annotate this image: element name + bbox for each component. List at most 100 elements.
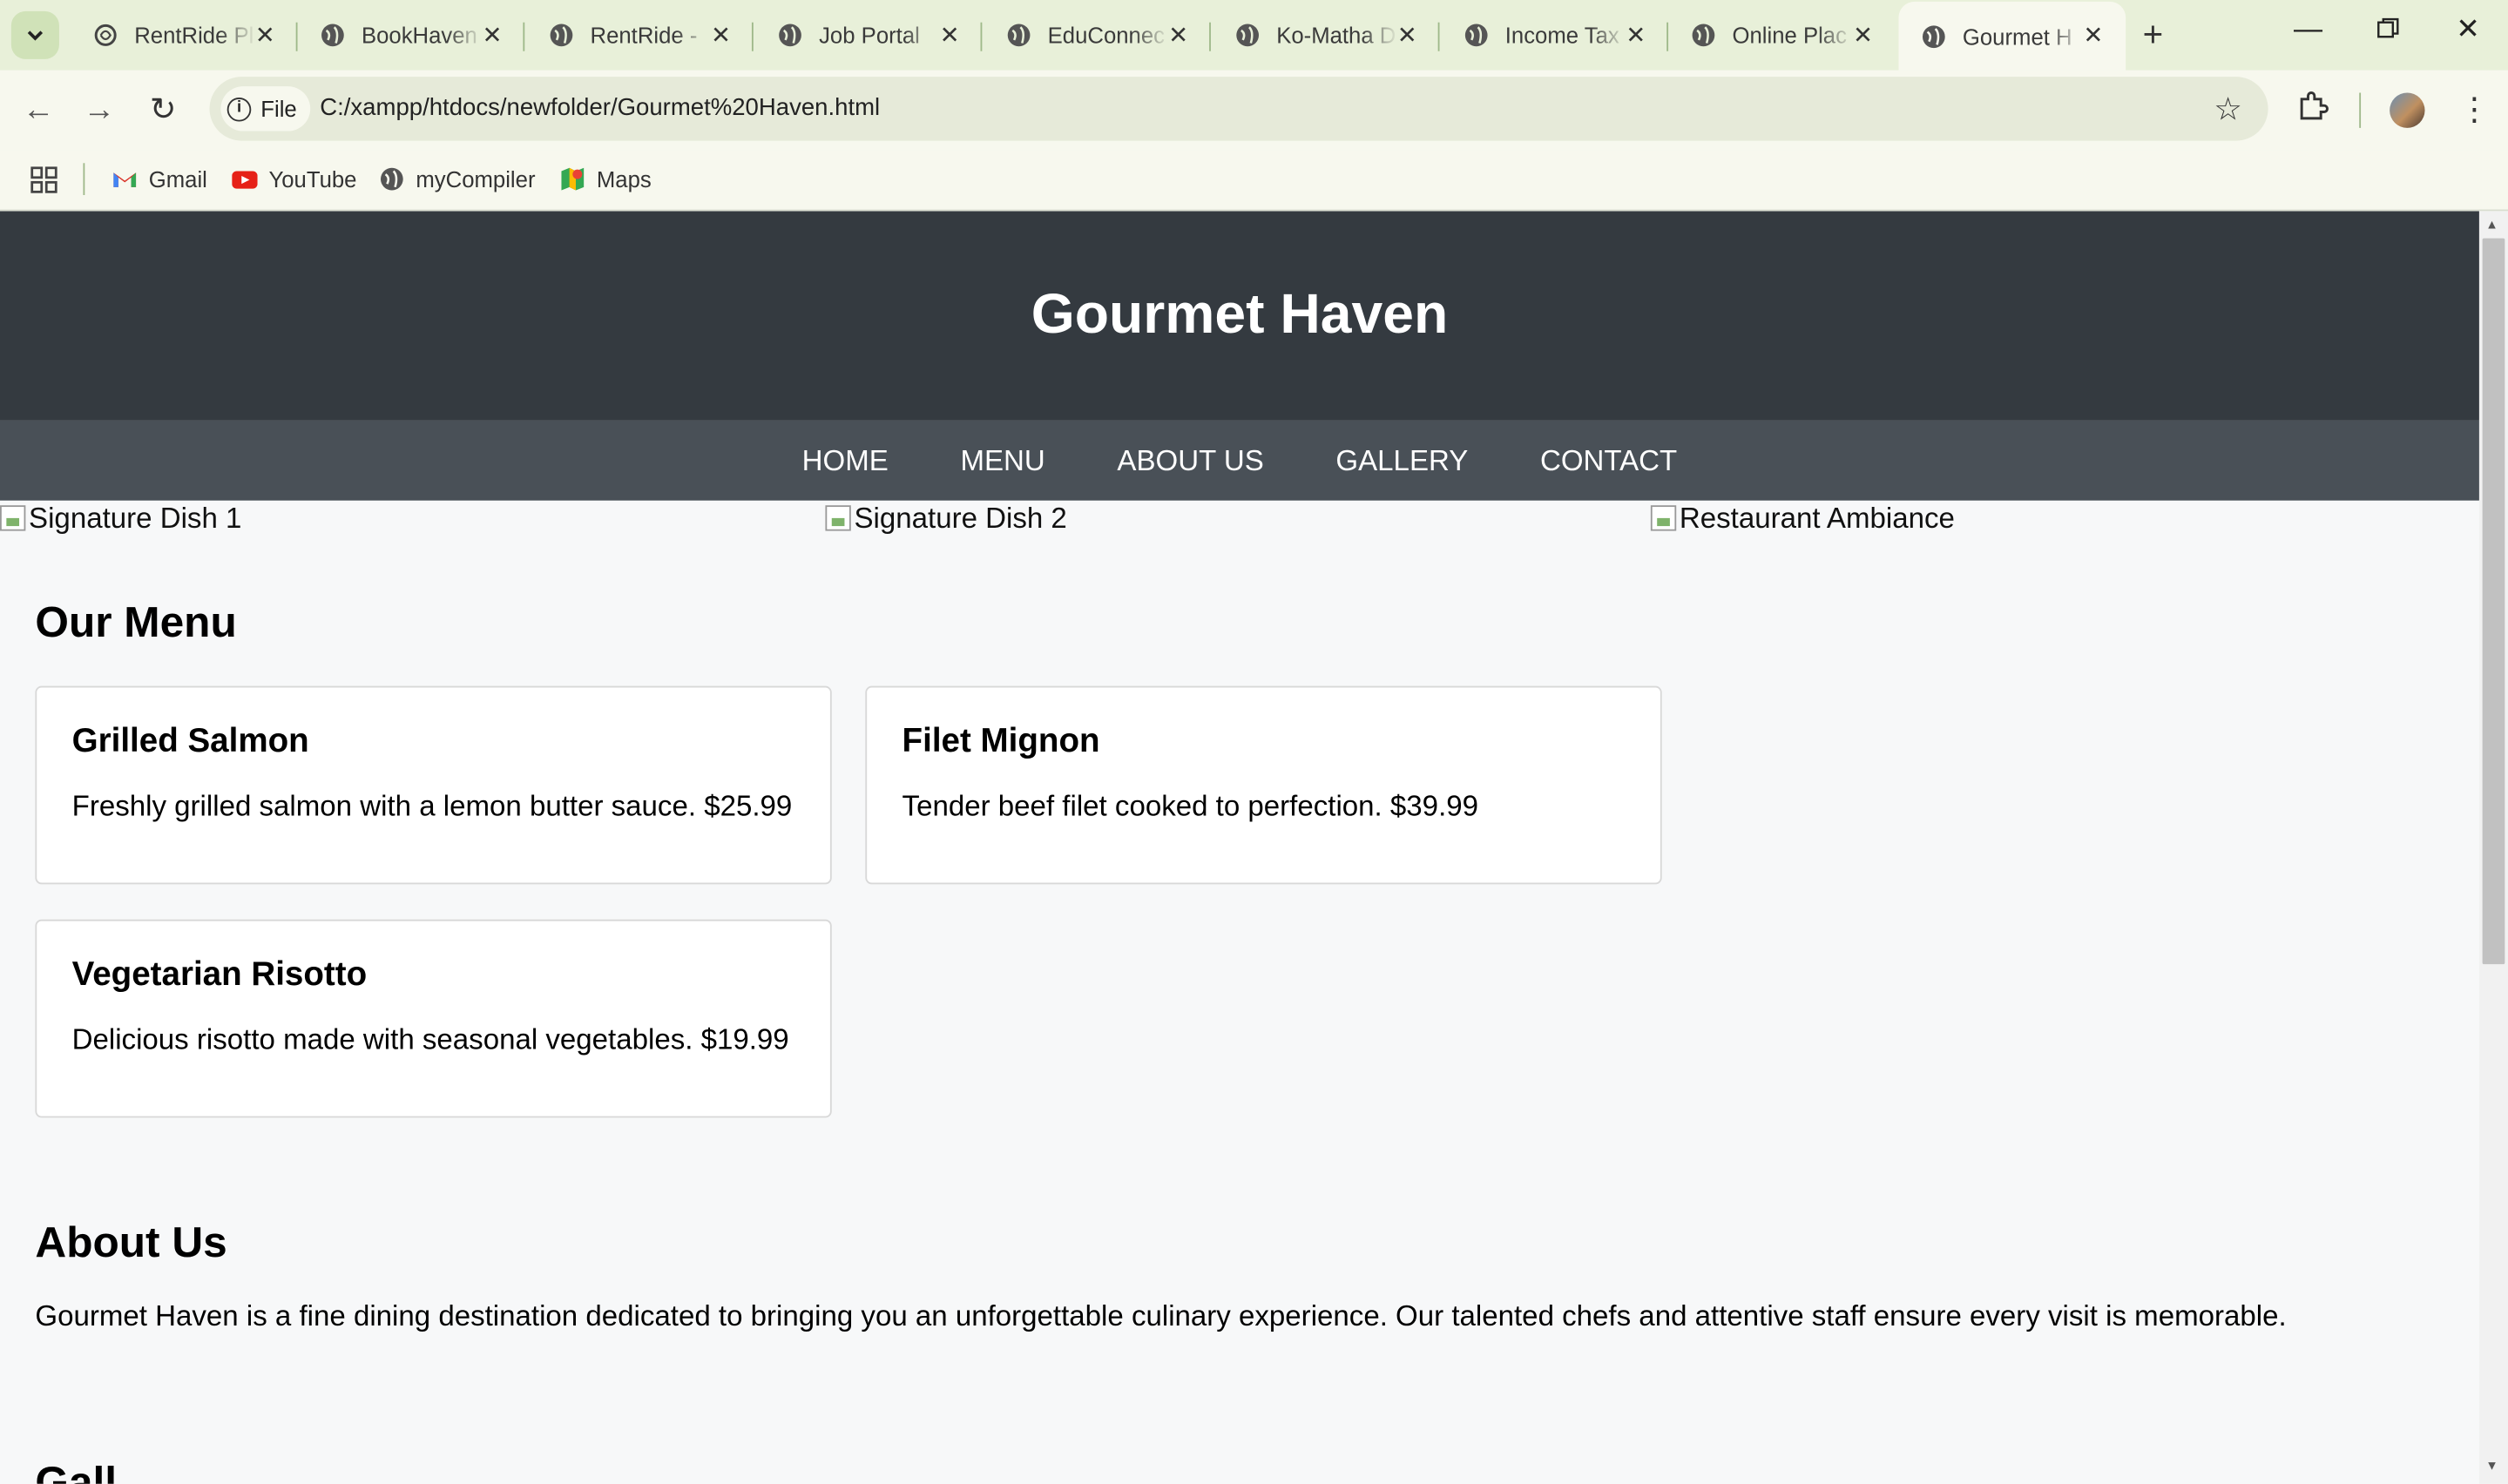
back-button[interactable]: ← [17, 90, 59, 132]
menu-item-description: Delicious risotto made with seasonal veg… [71, 1023, 789, 1056]
forward-button[interactable]: → [78, 90, 120, 132]
tab-label: RentRide - [590, 22, 698, 49]
broken-image-icon [1650, 505, 1677, 531]
close-icon[interactable]: ✕ [1853, 21, 1873, 50]
bookmark-star-icon[interactable]: ☆ [2214, 90, 2242, 130]
menu-card: Grilled Salmon Freshly grilled salmon wi… [35, 685, 832, 885]
bookmark-label: Gmail [148, 165, 207, 192]
url-text[interactable]: C:/xampp/htdocs/newfolder/Gourmet%20Have… [320, 94, 880, 121]
info-icon: i [226, 97, 252, 121]
tab-label: BookHaven [361, 22, 477, 49]
tab-label: Online Plac [1732, 22, 1847, 49]
site-title: Gourmet Haven [1031, 282, 1449, 346]
ai-icon [94, 24, 117, 46]
globe-icon [321, 24, 344, 47]
tab-label: Gourmet H [1962, 23, 2072, 50]
tab-gourmet-haven[interactable]: Gourmet H ✕ [1898, 1, 2126, 71]
image-alt-text: Signature Dish 2 [854, 502, 1067, 535]
broken-image-icon [825, 505, 851, 531]
globe-icon [1236, 24, 1260, 47]
close-icon[interactable]: ✕ [1626, 21, 1646, 50]
site-info-chip[interactable]: i File [220, 86, 310, 132]
tab-strip: RentRide Pl ✕ BookHaven ✕ RentRide - ✕ J… [0, 0, 2508, 71]
address-bar[interactable]: i File C:/xampp/htdocs/newfolder/Gourmet… [209, 77, 2268, 141]
reload-icon: ↻ [149, 92, 177, 128]
menu-item-description: Freshly grilled salmon with a lemon butt… [71, 790, 793, 822]
signature-dish-1-image: Signature Dish 1 [0, 501, 241, 536]
globe-icon [1692, 24, 1715, 47]
tab-bookhaven[interactable]: BookHaven ✕ [298, 0, 525, 71]
restore-button[interactable] [2356, 13, 2420, 48]
close-icon[interactable]: ✕ [482, 21, 502, 50]
menu-card: Vegetarian Risotto Delicious risotto mad… [35, 919, 832, 1118]
tab-label: RentRide Pl [134, 22, 254, 49]
nav-link-about-us[interactable]: ABOUT US [1117, 421, 1263, 501]
about-section: About Us Gourmet Haven is a fine dining … [35, 1218, 2434, 1333]
gmail-icon [113, 172, 137, 187]
scrollbar-thumb[interactable] [2482, 238, 2505, 965]
close-window-button[interactable]: ✕ [2436, 13, 2499, 47]
nav-link-home[interactable]: HOME [802, 421, 889, 501]
restaurant-ambiance-image: Restaurant Ambiance [1650, 501, 1955, 536]
scroll-down-icon[interactable]: ▼ [2485, 1459, 2498, 1474]
bookmark-mycompiler[interactable]: myCompiler [379, 160, 536, 199]
maps-icon [561, 167, 585, 191]
tab-ko-matha[interactable]: Ko-Matha D ✕ [1213, 0, 1440, 71]
toolbar-divider [2359, 92, 2362, 128]
close-icon[interactable]: ✕ [2083, 21, 2103, 50]
tab-rentride-1[interactable]: RentRide Pl ✕ [71, 0, 298, 71]
menu-heading: Our Menu [35, 597, 237, 646]
kebab-menu-icon: ⋮ [2458, 92, 2491, 128]
bookmark-gmail[interactable]: Gmail [112, 160, 207, 199]
minimize-button[interactable]: — [2276, 13, 2340, 47]
bookmark-youtube[interactable]: YouTube [232, 160, 356, 199]
bookmark-maps[interactable]: Maps [560, 160, 652, 199]
close-icon[interactable]: ✕ [1168, 21, 1188, 50]
menu-button[interactable]: ⋮ [2458, 90, 2491, 130]
reload-button[interactable]: ↻ [142, 90, 184, 132]
about-text: Gourmet Haven is a fine dining destinati… [35, 1299, 2287, 1332]
close-icon[interactable]: ✕ [255, 21, 275, 50]
bookmark-divider [83, 163, 85, 196]
tab-rentride-2[interactable]: RentRide - ✕ [526, 0, 754, 71]
page-viewport: Gourmet Haven HOME MENU ABOUT US GALLERY… [0, 211, 2479, 1484]
tab-online-placement[interactable]: Online Plac ✕ [1668, 0, 1896, 71]
nav-link-gallery[interactable]: GALLERY [1335, 421, 1468, 501]
globe-icon [1007, 24, 1031, 47]
browser-toolbar: ← → ↻ i File C:/xampp/htdocs/newfolder/G… [0, 70, 2508, 151]
globe-icon [380, 167, 403, 191]
youtube-icon [232, 171, 258, 189]
page-scrollbar[interactable]: ▲ ▼ [2478, 211, 2508, 1484]
tab-income-tax[interactable]: Income Tax ✕ [1441, 0, 1669, 71]
plus-icon: + [2142, 14, 2164, 55]
close-icon[interactable]: ✕ [711, 21, 731, 50]
chevron-down-icon [27, 30, 44, 41]
new-tab-button[interactable]: + [2133, 15, 2174, 57]
menu-card: Filet Mignon Tender beef filet cooked to… [865, 685, 1662, 885]
tab-job-portal[interactable]: Job Portal ✕ [755, 0, 983, 71]
tab-label: EduConnec [1047, 22, 1165, 49]
scroll-up-icon[interactable]: ▲ [2485, 218, 2498, 233]
hero-images: Signature Dish 1 Signature Dish 2 Restau… [0, 501, 2479, 555]
nav-link-menu[interactable]: MENU [960, 421, 1044, 501]
tab-label: Ko-Matha D [1276, 22, 1396, 49]
image-alt-text: Signature Dish 1 [29, 502, 242, 535]
broken-image-icon [0, 505, 26, 531]
nav-link-contact[interactable]: CONTACT [1540, 421, 1677, 501]
tab-educonnect[interactable]: EduConnec ✕ [984, 0, 1211, 71]
about-heading: About Us [35, 1218, 227, 1267]
site-chip-label: File [260, 96, 297, 122]
tab-label: Job Portal [819, 22, 920, 49]
apps-button[interactable] [30, 160, 57, 199]
profile-avatar[interactable] [2390, 92, 2425, 128]
tab-search-button[interactable] [10, 10, 59, 59]
arrow-left-icon: ← [22, 92, 55, 128]
close-icon[interactable]: ✕ [1397, 21, 1417, 50]
bookmarks-bar: Gmail YouTube myCompiler Maps [0, 150, 2508, 212]
close-icon[interactable]: ✕ [940, 21, 960, 50]
menu-item-description: Tender beef filet cooked to perfection. … [902, 790, 1479, 822]
gallery-heading: Gall [35, 1458, 118, 1484]
extensions-button[interactable] [2297, 90, 2329, 132]
globe-icon [1922, 24, 1945, 48]
image-alt-text: Restaurant Ambiance [1679, 502, 1955, 535]
